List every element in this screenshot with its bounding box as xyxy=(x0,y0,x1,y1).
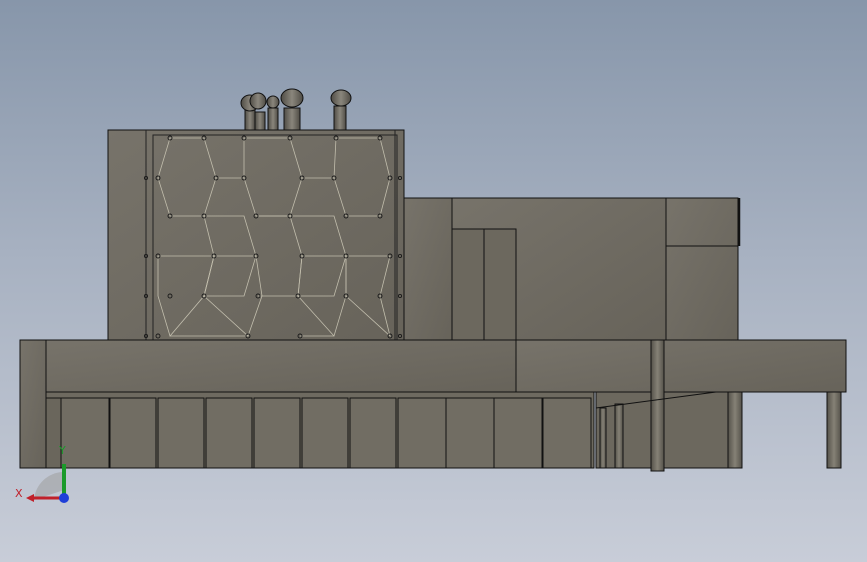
roof-vents[interactable] xyxy=(240,88,352,131)
lower-wall-panels[interactable] xyxy=(45,391,595,469)
corner-wall-block[interactable] xyxy=(665,197,739,341)
graphics-viewport[interactable]: Y X xyxy=(0,0,867,562)
roof-vent[interactable] xyxy=(330,89,352,131)
x-axis-label: X xyxy=(15,487,23,500)
roof-vent[interactable] xyxy=(280,88,304,131)
door-panel-left[interactable] xyxy=(451,228,485,341)
canopy-slab[interactable] xyxy=(515,339,847,393)
roof-vent[interactable] xyxy=(266,95,280,131)
base-platform-slab[interactable] xyxy=(45,339,517,393)
door-panel-right[interactable] xyxy=(483,228,517,341)
base-platform-left-cap[interactable] xyxy=(19,339,47,469)
middle-wall-block[interactable] xyxy=(403,197,453,341)
z-axis-dot xyxy=(59,493,69,503)
x-arrow-head-icon xyxy=(26,494,34,502)
y-axis-label: Y xyxy=(58,444,66,457)
building-model[interactable] xyxy=(19,88,847,472)
